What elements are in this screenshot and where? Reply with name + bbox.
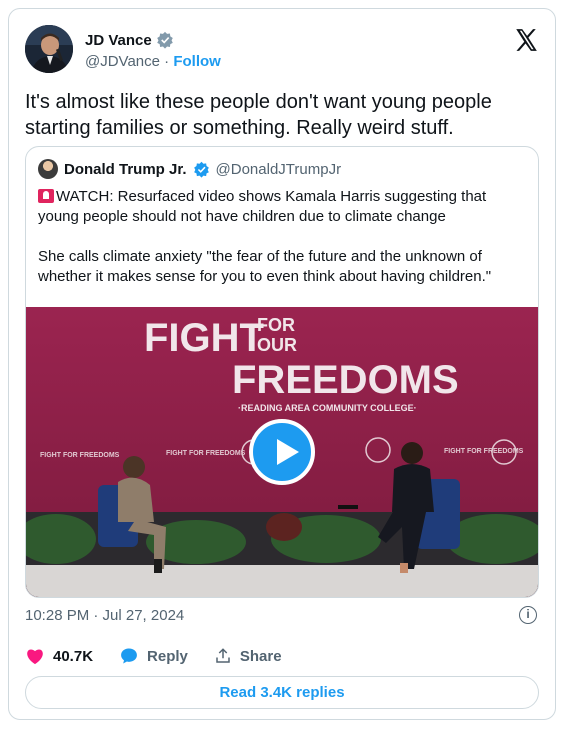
reply-button[interactable]: Reply [119,646,188,666]
banner-our: OUR [257,335,297,355]
banner-fight: FIGHT [144,316,264,360]
share-upload-icon [216,648,230,663]
tweet-card: JD Vance @JDVance · Follow It's almost l… [8,8,556,720]
verified-badge-icon [156,31,173,49]
quote-author-name[interactable]: Donald Trump Jr. [64,161,187,178]
action-bar: 40.7K Reply Share [25,646,282,666]
sign-center: FIGHT FOR FREEDOMS [166,450,246,457]
follow-button[interactable]: Follow [173,53,221,70]
x-logo-icon[interactable] [513,27,539,53]
quote-author-handle[interactable]: @DonaldJTrumpJr [216,161,342,178]
quoted-tweet[interactable]: Donald Trump Jr. @DonaldJTrumpJr WATCH: … [25,146,539,598]
side-table [338,505,358,509]
tweet-text: It's almost like these people don't want… [25,91,492,139]
avatar-image [25,25,73,73]
quote-avatar[interactable] [38,159,58,179]
share-label: Share [239,647,282,665]
verified-badge-icon [193,161,209,178]
author-handle-line: @JDVance · Follow [85,53,221,70]
banner-for: FOR [257,315,295,335]
like-count: 40.7K [53,647,94,665]
read-replies-button[interactable]: Read 3.4K replies [25,676,539,709]
sign-right: FIGHT FOR FREEDOMS [444,448,524,455]
avatar[interactable] [25,25,73,73]
siren-icon [38,189,54,203]
share-button[interactable]: Share [214,647,282,665]
info-icon[interactable]: i [519,606,537,624]
quote-paragraph-1: WATCH: Resurfaced video shows Kamala Har… [38,187,530,227]
video-player[interactable]: FIGHT FOR OUR FREEDOMS ·READING AREA COM… [26,307,538,597]
reply-bubble-icon [121,648,137,664]
sign-left: FIGHT FOR FREEDOMS [40,452,120,459]
quote-paragraph-2: She calls climate anxiety "the fear of t… [38,248,492,285]
author-handle[interactable]: @JDVance [85,53,160,70]
reply-label: Reply [147,647,188,665]
quote-header: Donald Trump Jr. @DonaldJTrumpJr [38,159,341,179]
author-name-text[interactable]: JD Vance [85,32,152,49]
quote-text: WATCH: Resurfaced video shows Kamala Har… [38,187,530,307]
play-button[interactable] [249,419,315,485]
quote-paragraph-1-text: WATCH: Resurfaced video shows Kamala Har… [38,188,487,225]
tweet-timestamp[interactable]: 10:28 PM · Jul 27, 2024 [25,607,184,624]
banner-sub: ·READING AREA COMMUNITY COLLEGE· [238,403,417,413]
author-name[interactable]: JD Vance [85,31,174,49]
banner-freedoms: FREEDOMS [232,358,459,402]
flowers [266,513,302,541]
heart-icon [27,649,43,665]
separator: · [164,53,170,70]
like-button[interactable]: 40.7K [25,647,93,665]
